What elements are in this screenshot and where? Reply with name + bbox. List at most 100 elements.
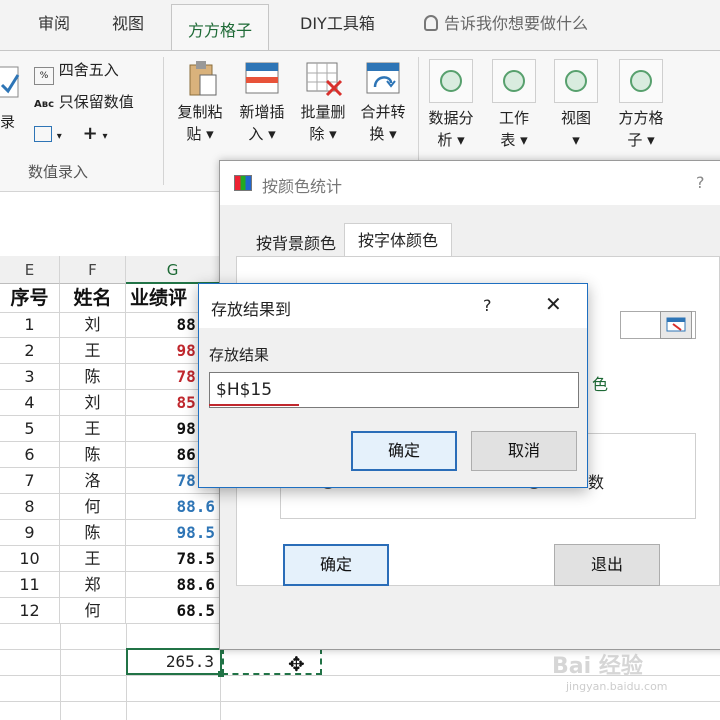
table-cell-name[interactable]: 何 [60,494,126,520]
table-cell-name[interactable]: 陈 [60,442,126,468]
circle-icon [492,59,536,103]
fangfang-label-1: 方方格 [618,109,664,127]
table-cell-index[interactable]: 1 [0,312,60,338]
table-cell-index[interactable]: 7 [0,468,60,494]
copy-paste-label-1: 复制粘 [177,103,223,121]
copy-paste-button[interactable]: 复制粘 贴 ▾ [170,59,230,145]
tab-review[interactable]: 审阅 [38,10,70,34]
table-cell-score[interactable]: 88.6 [126,572,220,598]
percent-icon: % [34,67,54,85]
table-cell-name[interactable]: 刘 [60,312,126,338]
color-stats-title: 按颜色统计 [262,177,343,196]
table-cell-index[interactable]: 12 [0,598,60,624]
circle-icon [619,59,663,103]
insert-label-1: 新增插 [239,103,285,121]
column-header-g[interactable]: G [126,256,220,284]
data-analysis-button[interactable]: 数据分 析 ▾ [422,59,480,151]
palette-icon [234,175,252,191]
batch-delete-button[interactable]: 批量删 除 ▾ [293,59,353,145]
table-cell-score[interactable]: 78.5 [126,546,220,572]
table-cell-index[interactable]: 5 [0,416,60,442]
tab-view[interactable]: 视图 [112,10,144,34]
view-button[interactable]: 视图 ▾ [548,59,604,151]
batch-delete-label-2: 除 ▾ [309,125,337,143]
clipboard-icon [180,59,220,97]
table-cell-index[interactable]: 6 [0,442,60,468]
chevron-down-icon: ▾ [56,131,62,142]
tab-diy-toolbox[interactable]: DIY工具箱 [300,10,375,34]
table-cell-index[interactable]: 10 [0,546,60,572]
column-header-f[interactable]: F [60,256,126,284]
color-stats-ok-button[interactable]: 确定 [283,544,389,586]
table-cell-score[interactable]: 88.6 [126,494,220,520]
tell-me-box[interactable]: 告诉我你想要做什么 [424,10,588,34]
table-cell-index[interactable]: 2 [0,338,60,364]
record-icon [0,63,22,103]
table-cell-name[interactable]: 刘 [60,390,126,416]
table-cell-name[interactable]: 陈 [60,364,126,390]
plus-icon[interactable]: + [83,123,98,144]
grid-line [60,624,61,720]
table-cell-name[interactable]: 郑 [60,572,126,598]
range-picker-icon [666,317,686,332]
table-cell-index[interactable]: 8 [0,494,60,520]
exit-button[interactable]: 退出 [554,544,660,586]
store-result-title: 存放结果到 [211,300,292,319]
table-cell-score[interactable]: 68.5 [126,598,220,624]
store-result-cancel-button[interactable]: 取消 [471,431,577,471]
red-underline [209,404,299,406]
tab-fangfang[interactable]: 方方格子 [171,4,270,50]
merge-icon [363,59,403,97]
data-analysis-label-2: 析 ▾ [437,131,465,149]
round-label: 四舍五入 [58,61,119,79]
watermark-logo: Bai 经验 [552,654,643,679]
table-cell-name[interactable]: 洛 [60,468,126,494]
insert-label-2: 入 ▾ [248,125,276,143]
table-cell-name[interactable]: 陈 [60,520,126,546]
keep-value-label: 只保留数值 [58,93,134,111]
worksheet-label-2: 表 ▾ [500,131,528,149]
edit-icon[interactable] [34,126,52,142]
cell-cursor-icon: ✥ [288,652,305,676]
ribbon-tab-bar: 审阅 视图 方方格子 DIY工具箱 告诉我你想要做什么 [0,0,720,50]
merge-convert-button[interactable]: 合并转 换 ▾ [353,59,413,145]
table-cell-name[interactable]: 何 [60,598,126,624]
view-label-2: ▾ [572,131,580,149]
store-result-dialog: 存放结果到 ? ✕ 存放结果 $H$15 确定 取消 [198,283,588,488]
merge-label-2: 换 ▾ [369,125,397,143]
column-header-e[interactable]: E [0,256,60,284]
table-cell-name[interactable]: 王 [60,338,126,364]
table-cell-score[interactable]: 98.5 [126,520,220,546]
abc-icon: Aʙc [34,99,54,110]
range-picker-button[interactable] [660,311,692,339]
sum-cell[interactable]: 265.3 [126,648,222,675]
chevron-down-icon: ▾ [102,131,108,142]
table-cell-index[interactable]: 4 [0,390,60,416]
store-result-input[interactable]: $H$15 [209,372,579,408]
tab-background-color[interactable]: 按背景颜色 [244,229,348,257]
help-icon[interactable]: ? [696,173,705,192]
store-result-ok-button[interactable]: 确定 [351,431,457,471]
table-cell-index[interactable]: 9 [0,520,60,546]
color-stats-titlebar: 按颜色统计 ? [220,161,720,205]
fangfang-menu-button[interactable]: 方方格 子 ▾ [610,59,672,151]
close-icon[interactable]: ✕ [545,292,562,316]
table-cell-name[interactable]: 王 [60,416,126,442]
insert-button[interactable]: 新增插 入 ▾ [232,59,292,145]
record-label[interactable]: 录 [0,111,15,132]
table-cell-index[interactable]: 11 [0,572,60,598]
header-cell-index[interactable]: 序号 [0,284,60,313]
radio-count-label: 数 [588,473,605,492]
fangfang-label-2: 子 ▾ [627,131,655,149]
table-cell-index[interactable]: 3 [0,364,60,390]
round-button[interactable]: % 四舍五入 [34,59,119,85]
table-cell-name[interactable]: 王 [60,546,126,572]
target-cell-marquee[interactable] [222,648,322,675]
worksheet-button[interactable]: 工作 表 ▾ [486,59,542,151]
header-cell-name[interactable]: 姓名 [60,284,126,313]
store-result-titlebar: 存放结果到 ? ✕ [199,284,587,328]
keep-value-button[interactable]: Aʙc 只保留数值 [34,91,134,112]
tab-font-color[interactable]: 按字体颜色 [344,223,452,257]
group-label-value-entry: 数值录入 [28,163,89,181]
help-icon[interactable]: ? [483,296,492,315]
